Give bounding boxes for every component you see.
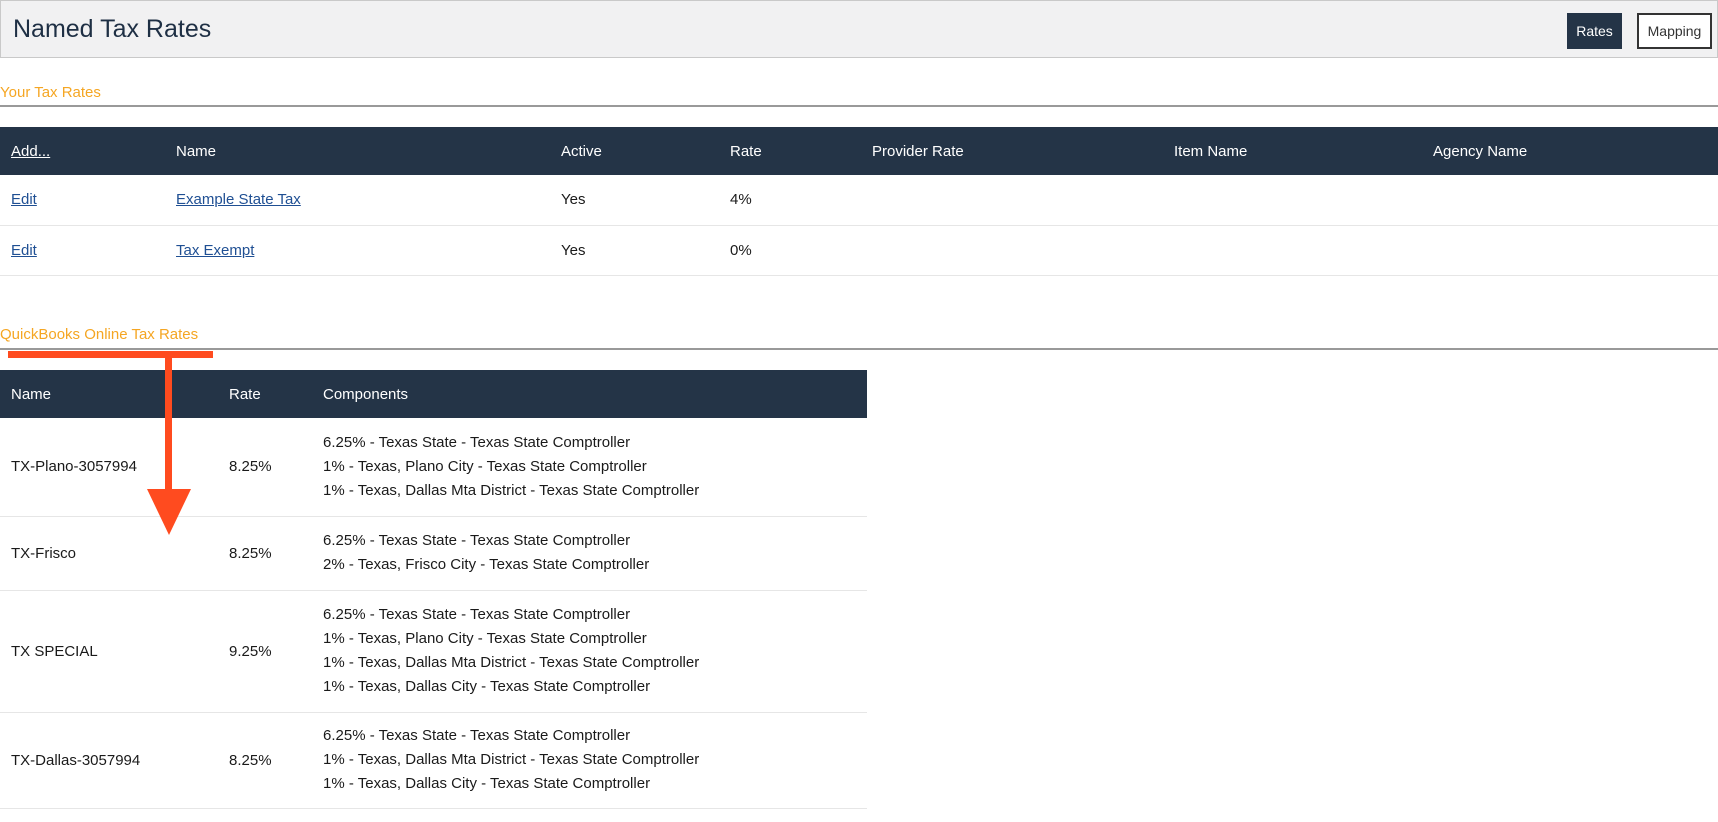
column-header-item-name: Item Name — [1163, 127, 1422, 175]
component-line: 1% - Texas, Dallas Mta District - Texas … — [323, 481, 700, 499]
item-name-cell — [1163, 225, 1422, 276]
component-line: 6.25% - Texas State - Texas State Comptr… — [323, 727, 631, 744]
qbo-name-cell: TX-Dallas-3057994 — [0, 712, 218, 809]
rate-cell: 0% — [719, 225, 861, 276]
column-header-active: Active — [550, 127, 719, 175]
edit-link[interactable]: Edit — [11, 191, 37, 208]
component-line: 1% - Texas, Dallas Mta District - Texas … — [323, 751, 700, 768]
table-row: TX-Frisco 8.25% 6.25% - Texas State - Te… — [0, 516, 867, 591]
your-tax-rates-title: Your Tax Rates — [0, 84, 101, 101]
column-header-rate: Rate — [719, 127, 861, 175]
column-header-name: Name — [0, 370, 218, 418]
components-cell: 6.25% - Texas State - Texas State Comptr… — [312, 712, 867, 809]
table-header-row: Name Rate Components — [0, 370, 867, 418]
component-line: 1% - Texas, Dallas Mta District - Texas … — [323, 654, 700, 671]
annotation-underline — [8, 351, 213, 358]
item-name-cell — [1163, 175, 1422, 226]
component-line: 1% - Texas, Dallas City - Texas State Co… — [323, 678, 651, 695]
component-line: 6.25% - Texas State - Texas State Comptr… — [323, 606, 631, 623]
tax-name-link[interactable]: Tax Exempt — [176, 242, 254, 259]
components-cell: 6.25% - Texas State - Texas State Comptr… — [312, 418, 867, 517]
edit-link[interactable]: Edit — [11, 242, 37, 259]
table-row: TX SPECIAL 9.25% 6.25% - Texas State - T… — [0, 590, 867, 713]
qbo-name-cell: TX-Plano-3057994 — [0, 418, 218, 517]
section-divider — [0, 348, 1718, 350]
column-header-components: Components — [312, 370, 867, 418]
add-link-header[interactable]: Add... — [0, 127, 165, 175]
qbo-rate-cell: 9.25% — [218, 590, 312, 713]
page-header: Named Tax Rates Rates Mapping — [0, 0, 1718, 58]
component-line: 1% - Texas, Plano City - Texas State Com… — [323, 457, 647, 475]
agency-name-cell — [1422, 225, 1718, 276]
your-tax-rates-table: Add... Name Active Rate Provider Rate It… — [0, 127, 1718, 276]
tax-name-link[interactable]: Example State Tax — [176, 191, 301, 208]
qbo-tax-rates-table: Name Rate Components TX-Plano-3057994 8.… — [0, 370, 867, 809]
active-cell: Yes — [550, 175, 719, 226]
qbo-rate-cell: 8.25% — [218, 418, 312, 517]
component-line: 6.25% - Texas State - Texas State Comptr… — [323, 532, 631, 549]
components-cell: 6.25% - Texas State - Texas State Comptr… — [312, 516, 867, 591]
page-title: Named Tax Rates — [13, 15, 212, 43]
provider-rate-cell — [861, 225, 1163, 276]
table-row: Edit Example State Tax Yes 4% — [0, 175, 1718, 226]
rate-cell: 4% — [719, 175, 861, 226]
components-cell: 6.25% - Texas State - Texas State Comptr… — [312, 590, 867, 713]
component-line: 6.25% - Texas State - Texas State Comptr… — [323, 433, 631, 451]
qbo-name-cell: TX-Frisco — [0, 516, 218, 591]
component-line: 1% - Texas, Plano City - Texas State Com… — [323, 630, 647, 647]
rates-button[interactable]: Rates — [1567, 13, 1622, 49]
provider-rate-cell — [861, 175, 1163, 226]
agency-name-cell — [1422, 175, 1718, 226]
column-header-name: Name — [165, 127, 550, 175]
component-line: 1% - Texas, Dallas City - Texas State Co… — [323, 775, 651, 792]
section-divider — [0, 105, 1718, 107]
table-header-row: Add... Name Active Rate Provider Rate It… — [0, 127, 1718, 175]
table-row: Edit Tax Exempt Yes 0% — [0, 225, 1718, 276]
qbo-name-cell: TX SPECIAL — [0, 590, 218, 713]
column-header-agency-name: Agency Name — [1422, 127, 1718, 175]
active-cell: Yes — [550, 225, 719, 276]
table-row: TX-Dallas-3057994 8.25% 6.25% - Texas St… — [0, 712, 867, 809]
component-line: 2% - Texas, Frisco City - Texas State Co… — [323, 556, 650, 573]
add-link[interactable]: Add... — [11, 143, 50, 160]
column-header-rate: Rate — [218, 370, 312, 418]
table-row: TX-Plano-3057994 8.25% 6.25% - Texas Sta… — [0, 418, 867, 517]
qbo-rate-cell: 8.25% — [218, 712, 312, 809]
column-header-provider-rate: Provider Rate — [861, 127, 1163, 175]
qbo-tax-rates-title: QuickBooks Online Tax Rates — [0, 326, 199, 343]
mapping-button[interactable]: Mapping — [1637, 13, 1712, 49]
qbo-rate-cell: 8.25% — [218, 516, 312, 591]
